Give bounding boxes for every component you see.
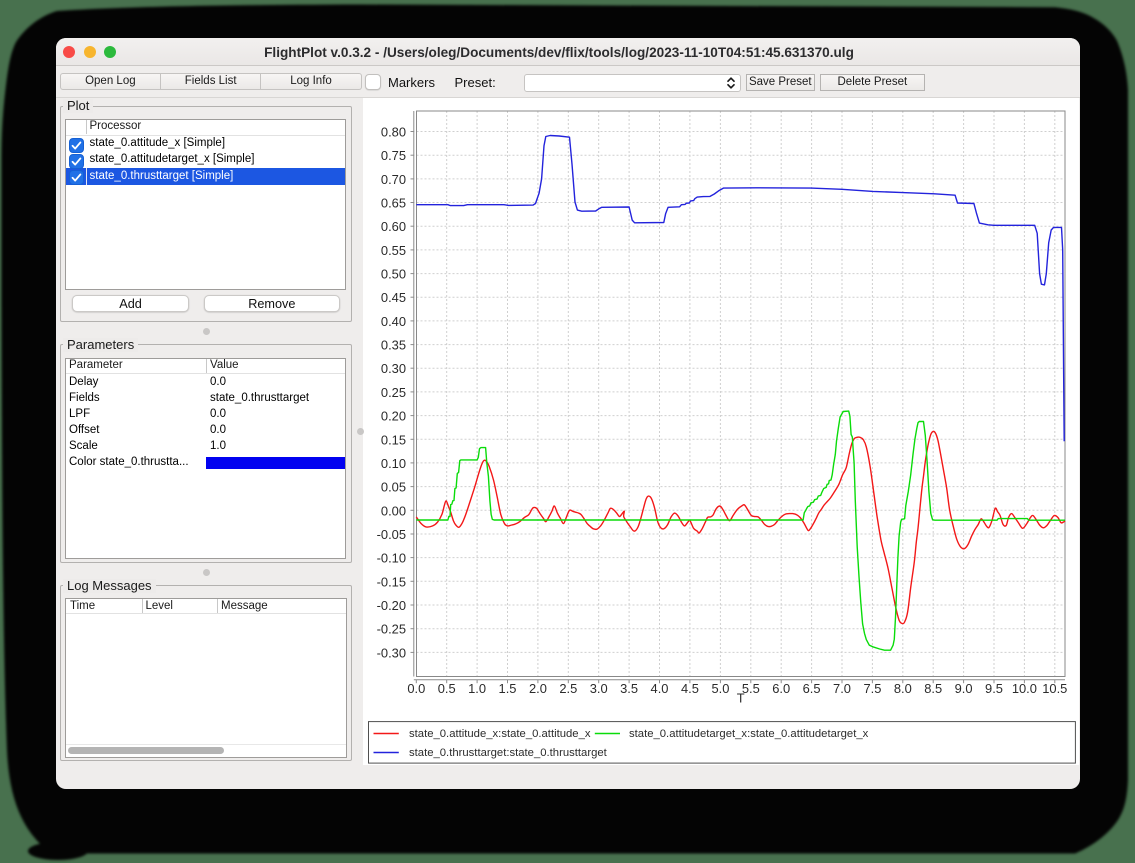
svg-text:0.05: 0.05 bbox=[381, 480, 406, 495]
svg-text:-0.30: -0.30 bbox=[377, 645, 406, 660]
svg-text:1.0: 1.0 bbox=[468, 681, 486, 696]
svg-text:state_0.thrusttarget:state_0.t: state_0.thrusttarget:state_0.thrusttarge… bbox=[409, 747, 608, 759]
svg-text:-0.20: -0.20 bbox=[377, 598, 406, 613]
svg-text:0.40: 0.40 bbox=[381, 314, 406, 329]
svg-text:0.10: 0.10 bbox=[381, 456, 406, 471]
svg-text:0.25: 0.25 bbox=[381, 385, 406, 400]
svg-text:-0.25: -0.25 bbox=[377, 622, 406, 637]
svg-text:0.50: 0.50 bbox=[381, 267, 406, 282]
svg-text:2.5: 2.5 bbox=[559, 681, 577, 696]
svg-text:2.0: 2.0 bbox=[529, 681, 547, 696]
svg-text:0.20: 0.20 bbox=[381, 409, 406, 424]
svg-text:-0.15: -0.15 bbox=[377, 574, 406, 589]
svg-text:5.0: 5.0 bbox=[711, 681, 729, 696]
svg-text:state_0.attitudetarget_x:state: state_0.attitudetarget_x:state_0.attitud… bbox=[629, 728, 869, 740]
svg-text:10.5: 10.5 bbox=[1042, 681, 1067, 696]
svg-text:0.45: 0.45 bbox=[381, 290, 406, 305]
svg-text:0.5: 0.5 bbox=[438, 681, 456, 696]
svg-text:8.5: 8.5 bbox=[924, 681, 942, 696]
svg-text:6.5: 6.5 bbox=[803, 681, 821, 696]
svg-text:7.0: 7.0 bbox=[833, 681, 851, 696]
svg-text:3.0: 3.0 bbox=[590, 681, 608, 696]
svg-text:9.5: 9.5 bbox=[985, 681, 1003, 696]
svg-text:-0.05: -0.05 bbox=[377, 527, 406, 542]
svg-text:0.55: 0.55 bbox=[381, 243, 406, 258]
svg-text:0.00: 0.00 bbox=[381, 503, 406, 518]
svg-text:0.65: 0.65 bbox=[381, 196, 406, 211]
svg-text:10.0: 10.0 bbox=[1012, 681, 1037, 696]
svg-text:4.5: 4.5 bbox=[681, 681, 699, 696]
svg-text:7.5: 7.5 bbox=[863, 681, 881, 696]
svg-text:1.5: 1.5 bbox=[499, 681, 517, 696]
svg-text:0.35: 0.35 bbox=[381, 338, 406, 353]
svg-text:6.0: 6.0 bbox=[772, 681, 790, 696]
svg-text:0.80: 0.80 bbox=[381, 125, 406, 140]
svg-text:0.30: 0.30 bbox=[381, 361, 406, 376]
svg-text:3.5: 3.5 bbox=[620, 681, 638, 696]
svg-text:-0.10: -0.10 bbox=[377, 551, 406, 566]
svg-text:0.70: 0.70 bbox=[381, 172, 406, 187]
svg-text:0.60: 0.60 bbox=[381, 219, 406, 234]
svg-text:T: T bbox=[737, 691, 745, 706]
svg-text:4.0: 4.0 bbox=[651, 681, 669, 696]
svg-text:0.0: 0.0 bbox=[407, 681, 425, 696]
svg-text:0.15: 0.15 bbox=[381, 432, 406, 447]
svg-text:state_0.attitude_x:state_0.att: state_0.attitude_x:state_0.attitude_x bbox=[409, 728, 591, 740]
svg-text:0.75: 0.75 bbox=[381, 148, 406, 163]
svg-text:9.0: 9.0 bbox=[955, 681, 973, 696]
svg-text:8.0: 8.0 bbox=[894, 681, 912, 696]
